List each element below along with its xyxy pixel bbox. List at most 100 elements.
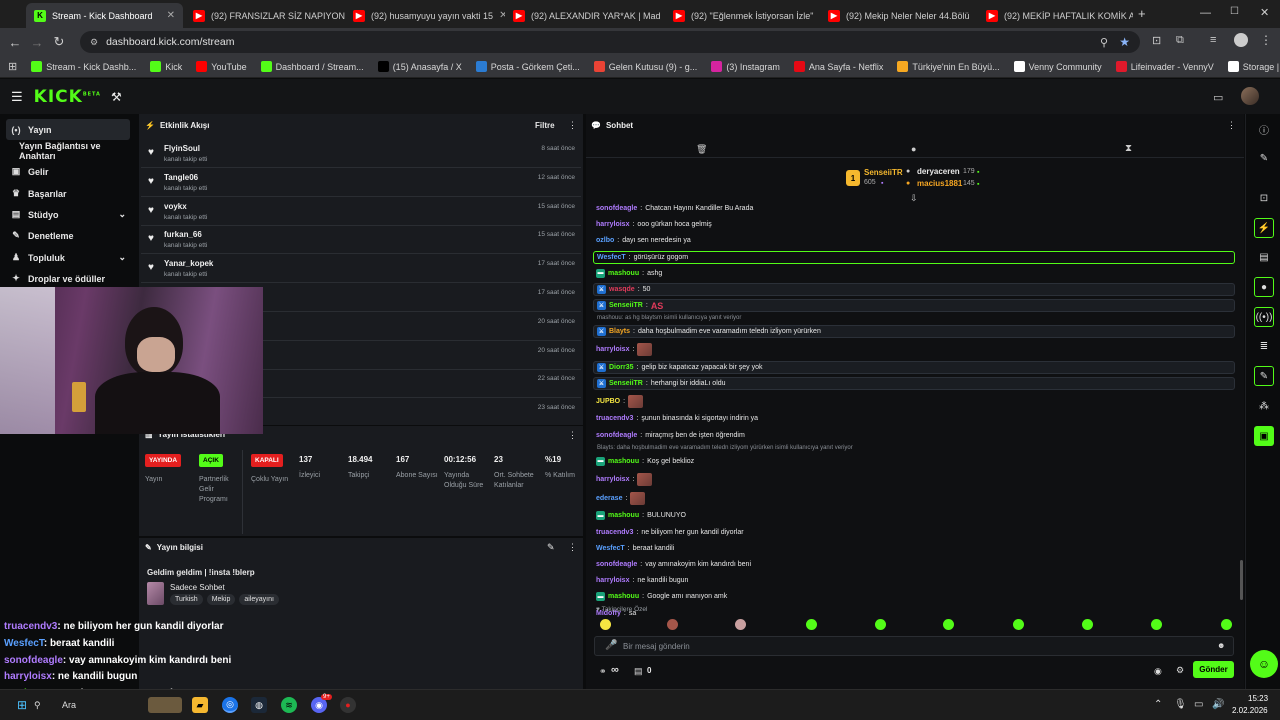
chat-scrollbar[interactable] <box>1240 560 1243 600</box>
chevron-down-icon[interactable]: ⌄ <box>118 209 126 220</box>
stream-info-menu-icon[interactable]: ⋮ <box>568 542 577 553</box>
chat-username[interactable]: harryloisx <box>596 577 629 584</box>
chat-username[interactable]: WesfecT <box>597 254 626 261</box>
windows-start-icon[interactable]: ⊞ <box>14 697 30 713</box>
chat-message[interactable]: harryloisx: <box>596 471 1236 487</box>
clock-time[interactable]: 15:23 <box>1248 694 1268 703</box>
sidebar-item-gelir[interactable]: ▣ Gelir <box>6 161 130 182</box>
bot-icon[interactable]: ▣ <box>1254 426 1274 446</box>
chat-username[interactable]: harryloisx <box>596 221 629 228</box>
hammer-icon[interactable]: ⚒ <box>111 90 122 104</box>
activity-row[interactable]: ♥ Yanar_kopek kanalı takip etti 17 saat önc… <box>141 255 581 284</box>
activity-username[interactable]: Yanar_kopek <box>164 259 213 268</box>
back-arrow-icon[interactable]: ← <box>4 35 26 50</box>
info-icon[interactable]: ⓘ <box>1254 119 1274 139</box>
chat-username[interactable]: wasqde <box>609 286 635 293</box>
obs-icon[interactable]: ● <box>340 697 356 713</box>
chat-username[interactable]: truacendv3 <box>596 415 633 422</box>
chat-message[interactable]: WesfecT: görüşürüz gogom <box>593 250 1235 264</box>
activity-username[interactable]: FlyinSoul <box>164 144 200 153</box>
sidebar-item-topluluk[interactable]: ♟ Topluluk ⌄ <box>6 247 130 268</box>
bookmark-item[interactable]: (15) Anasayfa / X <box>377 61 462 72</box>
sidebar-item-basarilar[interactable]: ♛ Başarılar <box>6 183 130 204</box>
chat-message[interactable]: WesfecT: beraat kandili <box>596 542 1236 555</box>
chat-message[interactable]: sonofdeagle: Chatcan Hayını Kandiller Bu … <box>596 202 1236 215</box>
emote-shortcut-icon[interactable] <box>1151 619 1162 630</box>
sidebar-item-stream-key[interactable]: Yayın Bağlantısı ve Anahtarı <box>6 140 130 161</box>
chat-username[interactable]: SenseiiTR <box>609 380 643 387</box>
tab-close-icon[interactable]: ✕ <box>167 10 175 21</box>
search-highlight-icon[interactable] <box>148 697 182 713</box>
chrome-icon[interactable]: ◎ <box>222 697 238 713</box>
community-icon[interactable]: ⁂ <box>1254 396 1274 416</box>
gear-icon[interactable]: ⚙ <box>1176 665 1184 676</box>
activity-row[interactable]: ♥ furkan_66 kanalı takip etti 15 saat önce <box>141 226 581 255</box>
chat-message[interactable]: ▬ mashouu: ashg <box>596 267 1236 280</box>
tab-youtube[interactable]: ▶ (92) husamyuyu yayın vakti 15 ✕ <box>345 3 505 28</box>
bookmark-item[interactable]: Storage | Fivemanage <box>1227 61 1280 72</box>
reading-list-icon[interactable]: ≡ <box>1210 34 1216 46</box>
browser-menu-icon[interactable]: ⋮ <box>1260 33 1272 47</box>
chat-username[interactable]: mashouu <box>608 593 639 600</box>
emote-shortcut-icon[interactable] <box>735 619 746 630</box>
wrench-icon[interactable]: ✎ <box>1254 366 1274 386</box>
edit-pencil-icon[interactable]: ✎ <box>547 542 555 553</box>
file-explorer-icon[interactable]: ▰ <box>192 697 208 713</box>
layers-icon[interactable]: ≣ <box>1254 336 1274 356</box>
chat-bubble-icon[interactable]: ● <box>911 144 916 154</box>
support-chat-icon[interactable]: ☺ <box>1250 650 1278 678</box>
sidebar-item-studyo[interactable]: ▤ Stüdyo ⌄ <box>6 204 130 225</box>
chat-message[interactable]: ▬ mashouu: Koş gel beklioz <box>596 455 1236 468</box>
leaderboard-top-name[interactable]: SenseiiTR <box>864 168 903 177</box>
bookmark-item[interactable]: Lifeinvader - VennyV <box>1115 61 1214 72</box>
profile-avatar-icon[interactable] <box>1234 33 1248 47</box>
stream-category[interactable]: Sadece Sohbet <box>170 583 225 592</box>
chat-username[interactable]: sonofdeagle <box>596 561 637 568</box>
chat-message[interactable]: truacendv3: şunun binasında ki sigortayı … <box>596 412 1236 425</box>
chat-bubble-icon[interactable]: ◉ <box>1154 666 1162 677</box>
activity-username[interactable]: Tangle06 <box>164 173 198 182</box>
chat-message[interactable]: harryloisx: ooo gürkan hoca gelmiş <box>596 218 1236 231</box>
filter-button[interactable]: Filtre <box>535 121 555 130</box>
site-info-icon[interactable]: ⚙ <box>90 37 98 48</box>
emote-shortcut-icon[interactable] <box>667 619 678 630</box>
apps-grid-icon[interactable]: ⊞ <box>8 60 17 73</box>
stats-menu-icon[interactable]: ⋮ <box>568 430 577 441</box>
extension-icon[interactable]: ⊡ <box>1152 34 1161 47</box>
lightning-icon[interactable]: ⚡ <box>1254 218 1274 238</box>
chat-message[interactable]: harryloisx: ne kandili bugun <box>596 574 1236 587</box>
chat-username[interactable]: Blayts <box>609 328 630 335</box>
chat-username[interactable]: WesfecT <box>596 545 625 552</box>
chat-message[interactable]: ▬ mashouu: BULUNUYO <box>596 509 1236 522</box>
chat-message[interactable]: ⚔ Blayts: daha hoşbulmadim eve varamadım t… <box>593 325 1235 339</box>
sidebar-item-denetleme[interactable]: ✎ Denetleme <box>6 225 130 246</box>
chat-username[interactable]: harryloisx <box>596 346 629 353</box>
emoji-icon[interactable]: ☻ <box>1217 641 1225 650</box>
search-icon[interactable]: ⚲ <box>34 700 41 711</box>
close-window-icon[interactable]: ✕ <box>1260 6 1269 19</box>
emote-shortcut-icon[interactable] <box>1013 619 1024 630</box>
emote-shortcut-icon[interactable] <box>1082 619 1093 630</box>
bookmark-item[interactable]: YouTube <box>196 61 247 72</box>
chat-message[interactable]: ozlbo: dayı sen neredesin ya <box>596 234 1236 247</box>
sidebar-item-droplar[interactable]: ✦ Droplar ve ödüller <box>6 268 130 289</box>
bookmark-item[interactable]: Posta - Görkem Çeti... <box>475 61 580 72</box>
bookmark-item[interactable]: (3) Instagram <box>711 61 780 72</box>
chat-settings-shortcut-icon[interactable]: ⚭ <box>599 666 607 677</box>
chat-message[interactable]: sonofdeagle: miraçmış ben de işten öğrend… <box>596 429 1236 442</box>
chat-username[interactable]: Diorr35 <box>609 364 634 371</box>
chat-message[interactable]: sonofdeagle: vay amınakoyim kim kandırdı … <box>596 558 1236 571</box>
activity-row[interactable]: ♥ Tangle06 kanalı takip etti 12 saat önce <box>141 169 581 197</box>
emote-shortcut-icon[interactable] <box>875 619 886 630</box>
activity-row[interactable]: ♥ FlyinSoul kanalı takip etti 8 saat önce <box>141 140 581 168</box>
url-bar[interactable]: ⚙ dashboard.kick.com/stream ⚲ ★ <box>80 31 1140 53</box>
sidebar-item-yayin[interactable]: (•) Yayın <box>6 119 130 140</box>
bookmark-item[interactable]: Dashboard / Stream... <box>260 61 364 72</box>
chat-message[interactable]: ⚔ Diorr35: gelip biz kapatıcaz yapacak bir… <box>593 360 1235 374</box>
bookmark-star-icon[interactable]: ★ <box>1119 35 1130 49</box>
chat-input[interactable]: 🎤 Bir mesaj gönderin ☻ <box>594 636 1234 656</box>
bookmark-item[interactable]: Kick <box>150 61 182 72</box>
pencil-icon[interactable]: ✎ <box>1254 148 1274 168</box>
speaker-icon[interactable]: 🔊 <box>1212 699 1224 710</box>
chat-message[interactable]: JUPBO: <box>596 393 1236 409</box>
